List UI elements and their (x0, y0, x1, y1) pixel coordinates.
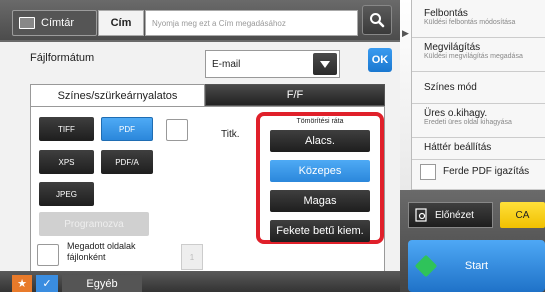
format-jpeg-button[interactable]: JPEG (39, 182, 94, 206)
start-label: Start (464, 260, 489, 272)
other-button[interactable]: Egyéb (62, 275, 142, 292)
setting-blank-page-skip[interactable]: Üres o.kihagy. Eredeti üres oldal kihagy… (412, 104, 545, 138)
setting-blank-page-skip-sub: Eredeti üres oldal kihagyása (424, 119, 512, 126)
compression-rate-group: Tömörítési ráta Alacs. Közepes Magas Fek… (256, 112, 384, 244)
compression-medium-button[interactable]: Közepes (270, 160, 370, 182)
preview-icon (415, 208, 427, 222)
bottom-bar (0, 271, 400, 292)
pdf-skew-label: Ferde PDF igazítás (443, 166, 530, 177)
tab-color-grayscale[interactable]: Színes/szürkeárnyalatos (30, 84, 205, 106)
setting-resolution-title: Felbontás (424, 8, 468, 19)
search-icon (370, 13, 385, 28)
star-icon: ★ (17, 278, 27, 290)
chevron-down-icon (320, 60, 330, 68)
compression-title: Tömörítési ráta (296, 118, 344, 125)
format-pdfa-button[interactable]: PDF/A (101, 150, 153, 174)
compression-low-button[interactable]: Alacs. (270, 130, 370, 152)
preview-label: Előnézet (435, 209, 474, 221)
setting-resolution-sub: Küldési felbontás módosítása (424, 19, 516, 26)
split-pages-checkbox[interactable] (37, 244, 59, 266)
encrypt-checkbox[interactable] (166, 119, 188, 141)
setting-blank-page-skip-title: Üres o.kihagy. (424, 108, 488, 119)
pages-per-file-input: 1 (181, 244, 203, 270)
split-pages-label-line2: fájlonként (67, 252, 106, 262)
ok-button[interactable]: OK (368, 48, 392, 72)
compression-high-button[interactable]: Magas (270, 190, 370, 212)
address-input[interactable]: Nyomja meg ezt a Cím megadásához (145, 10, 358, 36)
black-text-emphasis-button[interactable]: Fekete betű kiem. (270, 220, 370, 242)
split-pages-label: Megadott oldalak fájlonként (67, 241, 136, 263)
file-format-value: E-mail (212, 58, 241, 70)
check-icon: ✓ (42, 278, 52, 290)
clear-all-button[interactable]: CA (500, 202, 545, 228)
format-tiff-button[interactable]: TIFF (39, 117, 94, 141)
setting-exposure-sub: Küldési megvilágítás megadása (424, 53, 523, 60)
address-book-icon (19, 17, 35, 29)
encrypt-label: Titk. (221, 129, 240, 140)
check-button[interactable]: ✓ (36, 275, 58, 292)
format-pdf-button[interactable]: PDF (101, 117, 153, 141)
setting-resolution[interactable]: Felbontás Küldési felbontás módosítása (412, 0, 545, 38)
address-book-label: Címtár (41, 17, 74, 29)
file-format-select[interactable]: E-mail (205, 50, 340, 78)
format-options-panel: TIFF PDF Titk. XPS PDF/A JPEG Programozv… (30, 106, 385, 276)
setting-exposure[interactable]: Megvilágítás Küldési megvilágítás megadá… (412, 38, 545, 72)
programmed-button: Programozva (39, 212, 149, 236)
setting-color-mode-title: Színes mód (424, 82, 477, 93)
split-pages-label-line1: Megadott oldalak (67, 241, 136, 251)
main-panel: Fájlformátum E-mail OK Színes/szürkeárny… (0, 42, 400, 292)
color-mode-tabs: Színes/szürkeárnyalatos F/F (30, 84, 385, 106)
tab-black-white[interactable]: F/F (205, 84, 385, 106)
dropdown-button[interactable] (313, 53, 337, 75)
setting-exposure-title: Megvilágítás (424, 42, 481, 53)
setting-color-mode[interactable]: Színes mód (412, 72, 545, 104)
preview-button[interactable]: Előnézet (408, 202, 493, 228)
address-book-button[interactable]: Címtár (12, 10, 97, 36)
favorite-button[interactable]: ★ (12, 275, 32, 292)
address-label: Cím (98, 10, 144, 36)
screen: Címtár Cím Nyomja meg ezt a Cím megadásá… (0, 0, 545, 292)
format-xps-button[interactable]: XPS (39, 150, 94, 174)
pdf-skew-checkbox[interactable] (420, 164, 436, 180)
setting-background[interactable]: Háttér beállítás (412, 138, 545, 160)
search-button[interactable] (362, 5, 392, 35)
file-format-label: Fájlformátum (30, 52, 95, 64)
setting-background-title: Háttér beállítás (424, 142, 492, 153)
expand-arrow-icon[interactable]: ▶ (402, 28, 409, 39)
